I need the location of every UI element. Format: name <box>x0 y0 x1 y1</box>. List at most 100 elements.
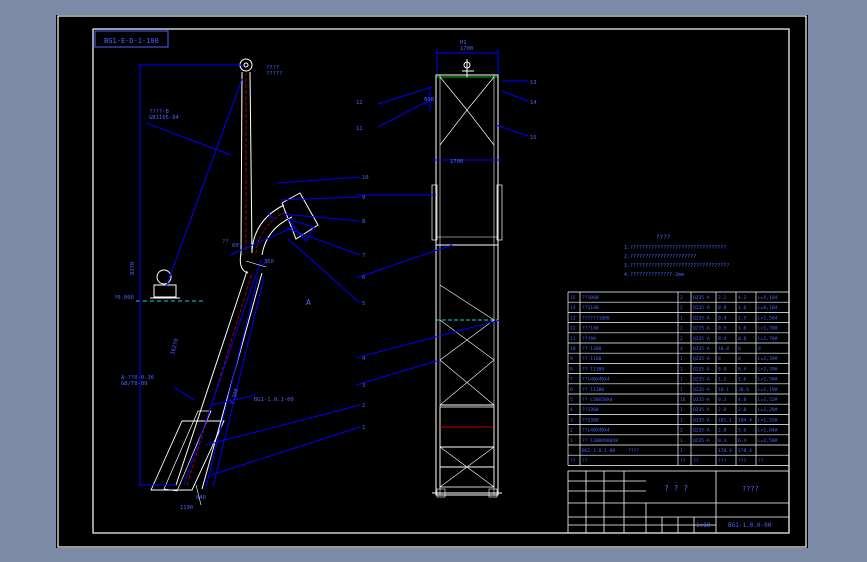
parts-cell-w2: 0.8 <box>738 336 747 342</box>
inner-frame <box>92 28 790 534</box>
parts-cell-w1: 18.8 <box>718 346 729 352</box>
parts-cell-qty: 2 <box>680 428 683 434</box>
parts-cell-note: L=1,70# <box>758 336 778 342</box>
parts-cell-no: 1 <box>570 438 573 444</box>
parts-cell-name: ?? 1300 <box>582 346 602 352</box>
parts-cell-qty: 1 <box>680 356 683 362</box>
parts-header-note: ?? <box>758 458 764 464</box>
parts-cell-no: 15 <box>570 295 576 301</box>
svg-text:1700: 1700 <box>460 46 473 52</box>
parts-cell-w2: 2.0 <box>738 407 747 413</box>
parts-cell-w1: 8.0 <box>718 366 727 372</box>
svg-text:GB1165-94: GB1165-94 <box>149 115 179 121</box>
left-view-labels: ???? ????? ????-B GB1165-94 ?0.000 A 119… <box>114 65 311 511</box>
parts-cell-qty: 2 <box>680 336 683 342</box>
parts-cell-note: L=1,39# <box>758 366 778 372</box>
parts-cell-w2: 6.4 <box>738 438 747 444</box>
parts-cell-qty: 2 <box>680 295 683 301</box>
parts-cell-note: L=1,52# <box>758 397 778 403</box>
svg-text:1: 1 <box>362 425 365 431</box>
parts-cell-w1: 18.1 <box>718 387 729 393</box>
technical-notes: ???? 1.???????????????????????????????? … <box>624 234 729 278</box>
parts-cell-mat: Q235-A <box>693 305 710 311</box>
parts-cell-no: 4 <box>570 407 573 413</box>
parts-cell-name: ??????1000 <box>582 315 610 321</box>
parts-cell-w2: 4.2 <box>738 295 747 301</box>
parts-cell-w1: 1.2 <box>718 377 727 383</box>
svg-text:1.????????????????????????????: 1.???????????????????????????????? <box>624 245 726 251</box>
svg-text:3.????????????????????????????: 3.????????????????????????????????? <box>624 263 729 269</box>
parts-cell-name: ?? 1300X900X8 <box>582 438 618 444</box>
parts-cell-name: ??1300 <box>582 407 599 413</box>
parts-cell-w1: 0.3 <box>718 397 727 403</box>
parts-cell-w1: 0.9 <box>718 315 727 321</box>
parts-cell-w2: 1.5 <box>738 315 747 321</box>
subtotal-w2: 178.4 <box>738 448 752 454</box>
parts-cell-name: ??1300 <box>582 417 599 423</box>
parts-cell-w2: 1.6 <box>738 305 747 311</box>
parts-cell-note: L=1,70# <box>758 326 778 332</box>
parts-cell-w1: 8 <box>718 356 721 362</box>
parts-cell-w2: 104.4 <box>738 417 752 423</box>
svg-text:2: 2 <box>362 403 365 409</box>
parts-cell-w1: 0.5 <box>718 326 727 332</box>
parts-cell-w2: 1.6 <box>738 377 747 383</box>
cad-viewport[interactable]: BG1-E-D-1-100 ???? ????? ????-B GB1165-9… <box>56 15 808 548</box>
parts-cell-w2: 8.4 <box>738 366 747 372</box>
svg-text:4: 4 <box>362 356 366 362</box>
parts-cell-name: ???100 <box>582 326 599 332</box>
parts-cell-qty: 2 <box>680 305 683 311</box>
svg-text:600: 600 <box>424 97 434 103</box>
parts-cell-mat: Q235-A <box>693 428 710 434</box>
parts-cell-note: L=1,28# <box>758 407 778 413</box>
svg-text:GB/T8-89: GB/T8-89 <box>121 381 148 387</box>
parts-cell-name: ??1000 <box>582 295 599 301</box>
parts-cell-name: ?? 11300 <box>582 366 604 372</box>
parts-cell-note: L=1,19# <box>758 387 778 393</box>
svg-text:60°: 60° <box>232 243 242 249</box>
svg-text:1:10: 1:10 <box>696 522 711 529</box>
parts-cell-mat: Q235-A <box>693 377 710 383</box>
parts-cell-no: 3 <box>570 417 573 423</box>
parts-cell-no: 10 <box>570 346 576 352</box>
parts-header-name: ?? <box>582 458 588 464</box>
svg-text:10: 10 <box>362 175 369 181</box>
parts-cell-w1: 2.0 <box>718 407 727 413</box>
center-callout-labels: 10 9 8 7 6 5 4 3 2 1 <box>362 175 369 431</box>
parts-cell-w2: 4.8 <box>738 397 747 403</box>
parts-cell-mat: Q235-A <box>693 366 710 372</box>
parts-header-no: ?? <box>570 458 576 464</box>
svg-text:2.??????????????????????: 2.?????????????????????? <box>624 254 696 260</box>
parts-cell-name: ??L40X40X4 <box>582 428 610 434</box>
parts-cell-name: ??L40X40X4 <box>582 377 610 383</box>
parts-cell-no: 12 <box>570 326 576 332</box>
svg-text:BG1-1.0.1-00: BG1-1.0.1-00 <box>254 397 294 403</box>
subtotal-name: ???? <box>628 448 639 454</box>
parts-cell-w1: 2.1 <box>718 295 727 301</box>
subtotal-qty: 1 <box>680 448 683 454</box>
svg-text:4.??????????????-2mm: 4.??????????????-2mm <box>624 272 684 278</box>
parts-cell-w1: 2.8 <box>718 428 727 434</box>
parts-cell-qty: 1 <box>680 407 683 413</box>
title-block-text: ? ? ? ???? BG1-1.0.0-00 1:10 <box>664 484 772 529</box>
parts-cell-note: L=1,84# <box>758 428 778 434</box>
left-view <box>136 58 319 506</box>
svg-text:8270: 8270 <box>130 262 136 275</box>
parts-cell-note: L=1,504 <box>758 315 778 321</box>
parts-cell-qty: 1 <box>680 438 683 444</box>
parts-cell-name: ?? 11300 <box>582 387 604 393</box>
svg-text:7-300: 7-300 <box>230 388 240 406</box>
parts-cell-qty: 1 <box>680 366 683 372</box>
parts-table: 15 ??1000 2 Q235-A 2.1 4.2 L=5,10414 ??1100 2 Q23… <box>567 291 790 466</box>
parts-cell-note: L=6,104 <box>758 305 778 311</box>
svg-text:11: 11 <box>356 126 363 132</box>
svg-text:12: 12 <box>356 100 363 106</box>
parts-cell-mat: Q235-A <box>693 417 710 423</box>
svg-text:BG1-1.0.0-00: BG1-1.0.0-00 <box>728 522 772 529</box>
parts-cell-w2: 8 <box>738 346 741 352</box>
parts-cell-no: 9 <box>570 356 573 362</box>
svg-text:13: 13 <box>530 80 537 86</box>
parts-cell-w2: 20.6 <box>738 387 749 393</box>
parts-cell-mat: Q235-A <box>693 356 710 362</box>
parts-cell-qty: 16 <box>680 397 686 403</box>
